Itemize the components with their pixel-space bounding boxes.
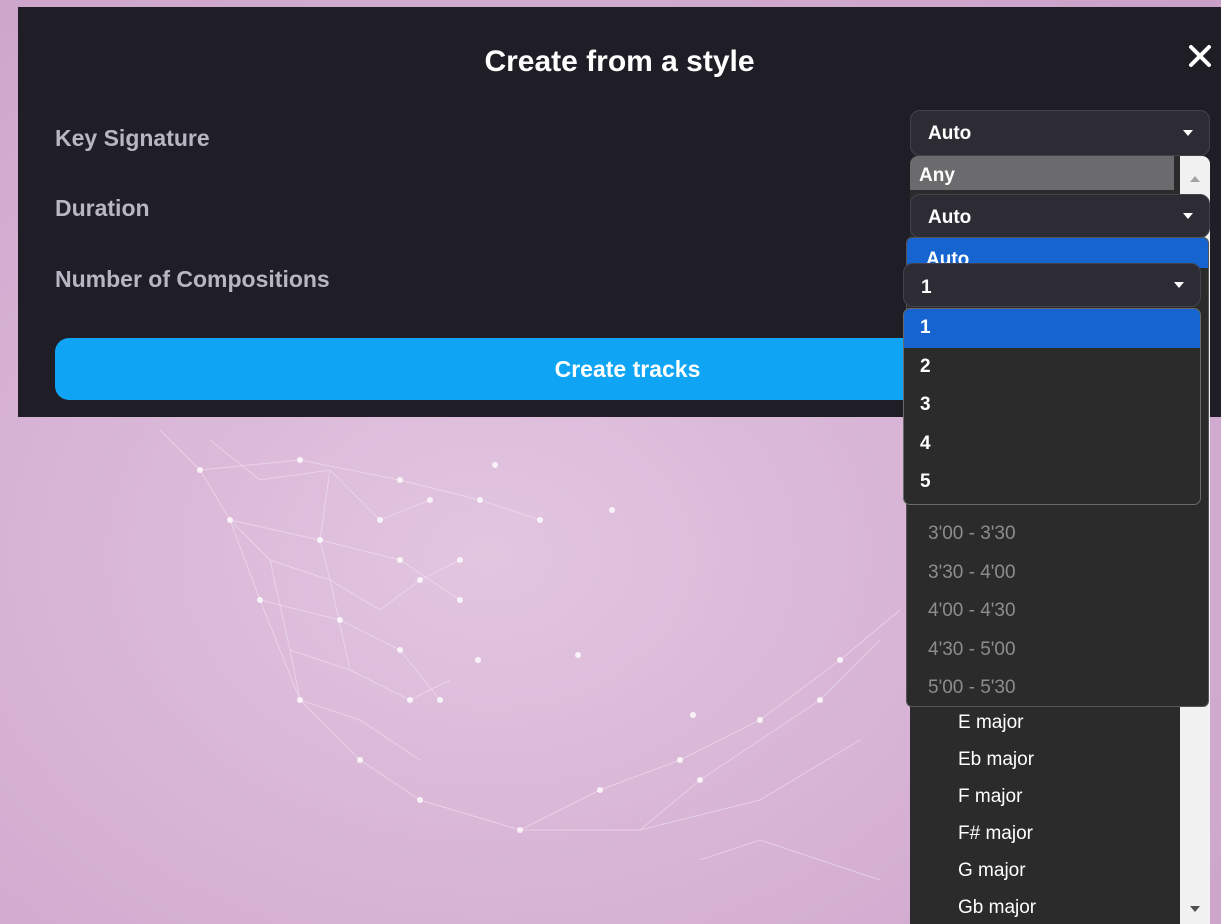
chevron-down-icon bbox=[1183, 213, 1193, 219]
key-option-any[interactable]: Any bbox=[910, 156, 1174, 190]
scroll-up-arrow-icon[interactable] bbox=[1190, 176, 1200, 182]
compositions-option[interactable]: 5 bbox=[904, 463, 1200, 502]
key-signature-select[interactable]: Auto bbox=[910, 110, 1210, 156]
duration-option-items: 3'00 - 3'30 3'30 - 4'00 4'00 - 4'30 4'30… bbox=[928, 515, 1016, 706]
compositions-value: 1 bbox=[921, 277, 932, 298]
key-option[interactable]: F# major bbox=[958, 815, 1036, 852]
key-option[interactable]: Gb major bbox=[958, 889, 1036, 924]
duration-option[interactable]: 3'00 - 3'30 bbox=[928, 515, 1016, 554]
duration-option[interactable]: 3'30 - 4'00 bbox=[928, 554, 1016, 593]
key-signature-value: Auto bbox=[928, 123, 972, 144]
scroll-down-arrow-icon[interactable] bbox=[1190, 906, 1200, 912]
compositions-option[interactable]: 4 bbox=[904, 425, 1200, 464]
duration-value: Auto bbox=[928, 207, 972, 228]
key-option[interactable]: F major bbox=[958, 778, 1036, 815]
duration-option[interactable]: 5'00 - 5'30 bbox=[928, 669, 1016, 706]
close-icon[interactable] bbox=[1187, 43, 1213, 69]
duration-option[interactable]: 4'00 - 4'30 bbox=[928, 592, 1016, 631]
key-option[interactable]: G major bbox=[958, 852, 1036, 889]
duration-label: Duration bbox=[55, 195, 150, 221]
key-option[interactable]: Eb major bbox=[958, 741, 1036, 778]
key-option[interactable]: E major bbox=[958, 704, 1036, 741]
chevron-down-icon bbox=[1183, 130, 1193, 136]
compositions-option[interactable]: 2 bbox=[904, 348, 1200, 387]
duration-select[interactable]: Auto bbox=[910, 194, 1210, 238]
compositions-option-list[interactable]: 1 2 3 4 5 bbox=[903, 308, 1201, 505]
key-option-items: E major Eb major F major F# major G majo… bbox=[958, 704, 1036, 924]
compositions-option[interactable]: 1 bbox=[904, 309, 1200, 348]
chevron-down-icon bbox=[1174, 282, 1184, 288]
compositions-label: Number of Compositions bbox=[55, 266, 330, 292]
key-signature-label: Key Signature bbox=[55, 125, 210, 151]
compositions-option[interactable]: 3 bbox=[904, 386, 1200, 425]
dialog-title: Create from a style bbox=[484, 45, 755, 78]
compositions-select[interactable]: 1 bbox=[903, 263, 1201, 307]
duration-option[interactable]: 4'30 - 5'00 bbox=[928, 631, 1016, 670]
